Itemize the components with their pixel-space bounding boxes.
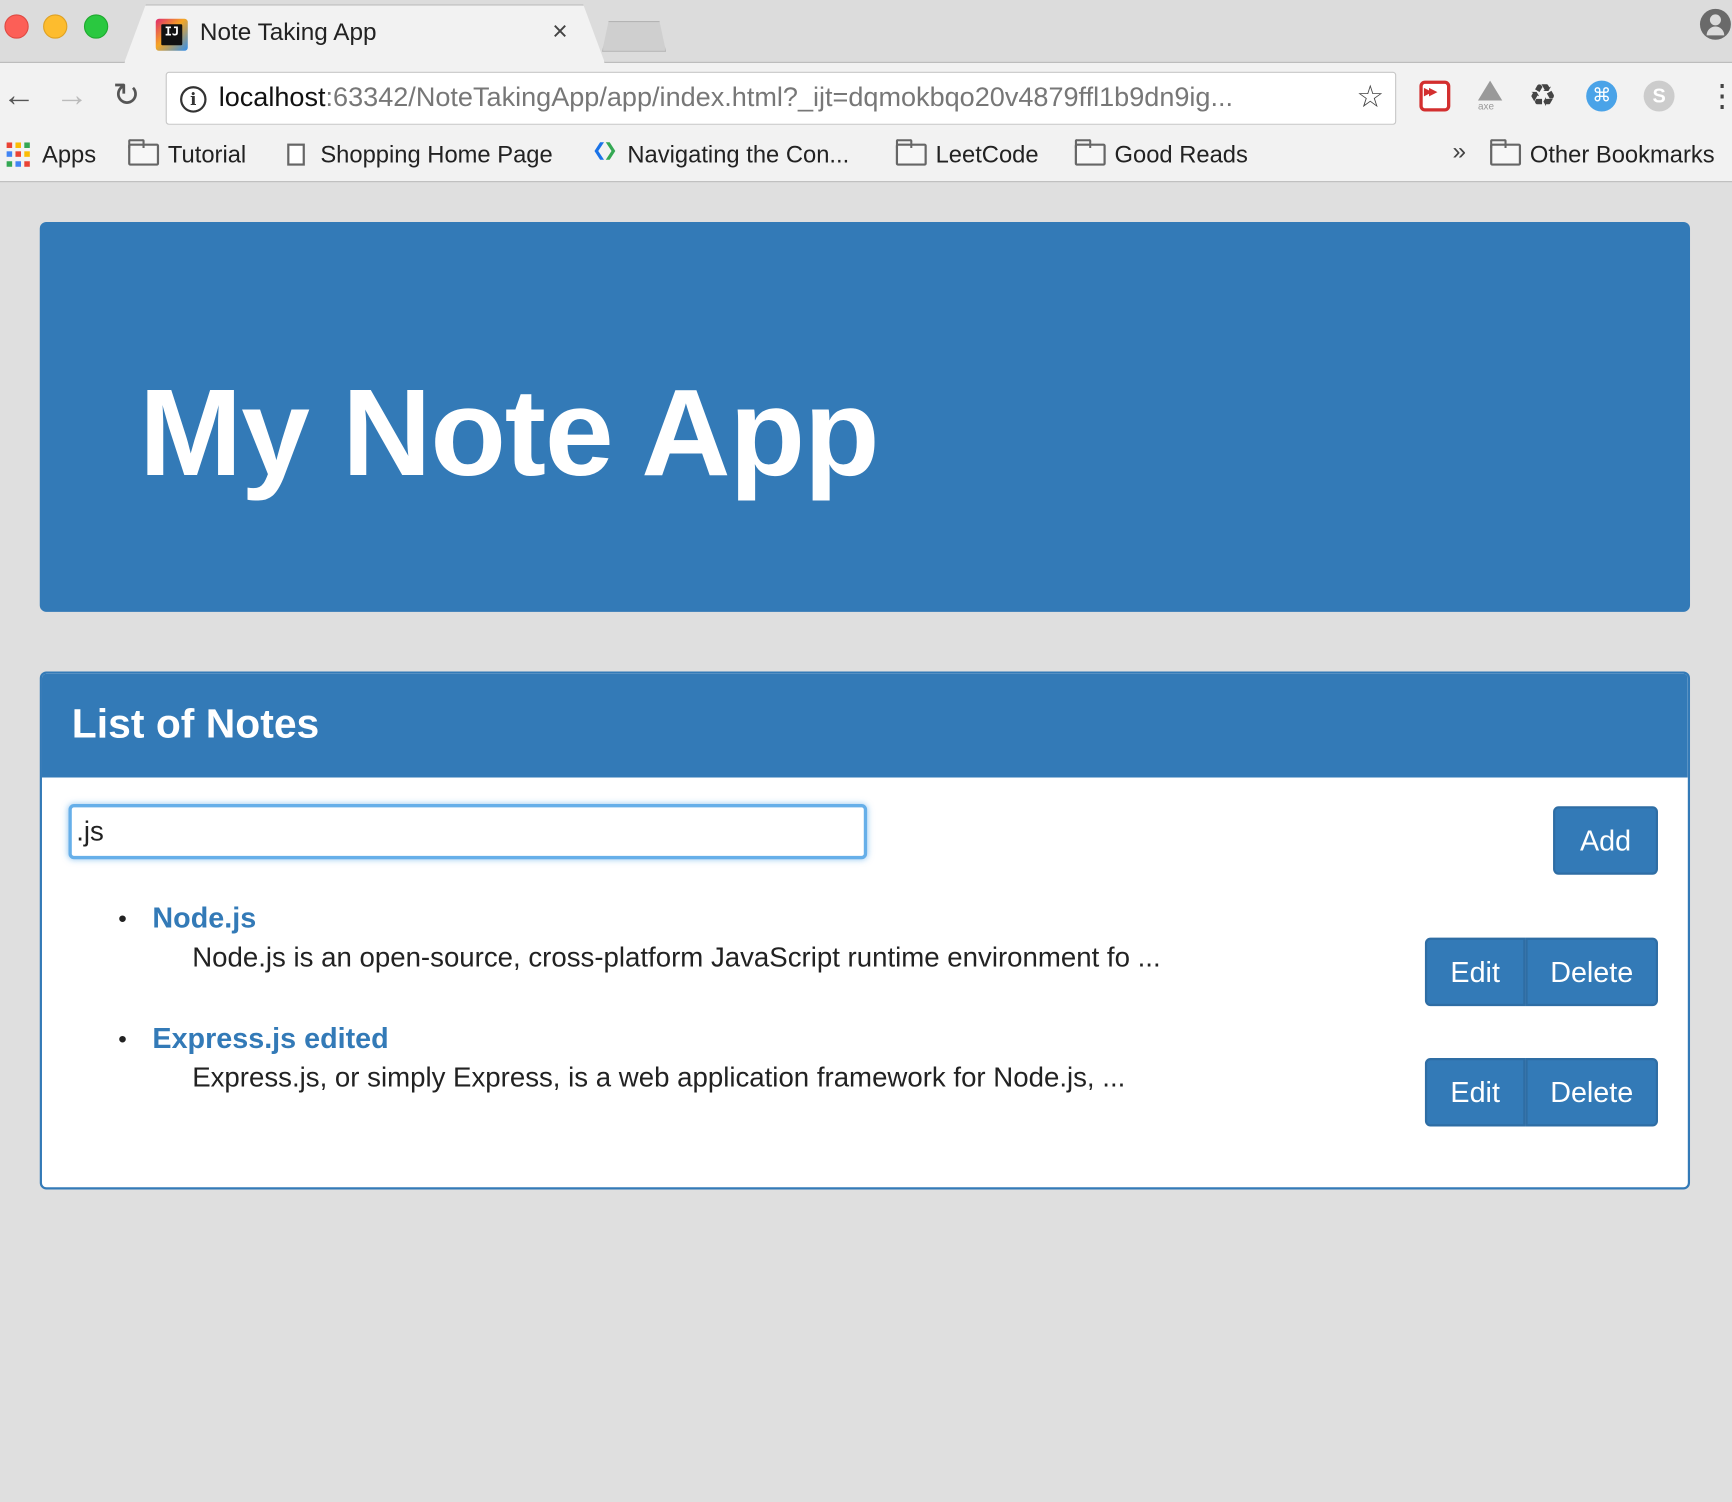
folder-icon xyxy=(1074,139,1106,166)
maximize-window-button[interactable] xyxy=(83,14,109,39)
url-text[interactable]: localhost:63342/NoteTakingApp/app/index.… xyxy=(219,83,1233,114)
axe-extension-icon[interactable]: axe xyxy=(1475,80,1506,112)
apps-grid-icon xyxy=(6,142,31,167)
menu-kebab-icon[interactable]: ⋮ xyxy=(1707,80,1732,112)
bookmark-other-bookmarks[interactable]: Other Bookmarks xyxy=(1490,139,1715,170)
bookmark-star-icon[interactable]: ☆ xyxy=(1356,78,1384,114)
info-icon[interactable]: i xyxy=(180,86,207,113)
skype-extension-icon[interactable]: S xyxy=(1643,80,1675,112)
note-description: Node.js is an open-source, cross-platfor… xyxy=(192,942,1161,973)
command-extension-icon[interactable]: ⌘ xyxy=(1586,80,1618,112)
url-host: localhost xyxy=(218,82,326,113)
note-title-link[interactable]: Node.js xyxy=(152,901,256,935)
bookmark-tutorial[interactable]: Tutorial xyxy=(128,139,246,170)
profile-icon[interactable] xyxy=(1699,8,1731,40)
reload-icon[interactable]: ↻ xyxy=(113,76,141,116)
edit-button[interactable]: Edit xyxy=(1424,1058,1526,1127)
browser-toolbar: ← → ↻ i localhost:63342/NoteTakingApp/ap… xyxy=(0,62,1732,133)
tab-close-icon[interactable]: × xyxy=(552,17,567,48)
bookmark-navigating-the-con[interactable]: Navigating the Con... xyxy=(592,139,849,170)
browser-window: IJ Note Taking App × ← → ↻ i localhost:6… xyxy=(0,0,1732,1502)
bookmark-label: Navigating the Con... xyxy=(627,140,850,168)
bookmark-label: Good Reads xyxy=(1114,140,1248,168)
bullet: • xyxy=(118,1024,127,1053)
bookmark-shopping-home-page[interactable]: Shopping Home Page xyxy=(287,139,553,170)
edit-button[interactable]: Edit xyxy=(1424,937,1526,1007)
forward-arrow-icon[interactable]: → xyxy=(55,76,88,116)
folder-icon xyxy=(1490,139,1522,166)
new-tab-button[interactable] xyxy=(602,20,667,52)
bookmark-label: Tutorial xyxy=(167,140,247,168)
delete-button[interactable]: Delete xyxy=(1525,937,1658,1007)
bookmark-good-reads[interactable]: Good Reads xyxy=(1074,139,1248,170)
note-description: Express.js, or simply Express, is a web … xyxy=(192,1062,1126,1094)
page-icon xyxy=(287,143,305,166)
bookmark-label: Shopping Home Page xyxy=(320,140,553,168)
bookmarks-overflow-icon[interactable]: » xyxy=(1453,137,1467,166)
add-button[interactable]: Add xyxy=(1553,806,1658,875)
url-path: :63342/NoteTakingApp/app/index.html?_ijt… xyxy=(325,82,1234,113)
google-dev-icon xyxy=(592,139,618,166)
delete-button[interactable]: Delete xyxy=(1525,1058,1658,1127)
bookmark-label: Other Bookmarks xyxy=(1529,140,1715,168)
bookmark-apps[interactable]: Apps xyxy=(6,139,97,170)
bullet: • xyxy=(118,904,127,933)
intellij-favicon-icon: IJ xyxy=(155,18,188,51)
folder-icon xyxy=(128,139,160,166)
back-arrow-icon[interactable]: ← xyxy=(2,76,35,116)
minimize-window-button[interactable] xyxy=(43,14,68,39)
panel-title: List of Notes xyxy=(71,701,320,747)
folder-icon xyxy=(895,139,927,166)
bookmarks-bar: Apps Tutorial Shopping Home Page Navigat… xyxy=(0,132,1732,183)
recycle-extension-icon[interactable]: ♻ xyxy=(1529,80,1560,112)
note-title-link[interactable]: Express.js edited xyxy=(152,1022,388,1056)
red-extension-icon[interactable] xyxy=(1419,80,1451,112)
tab-title: Note Taking App xyxy=(199,17,377,46)
close-window-button[interactable] xyxy=(4,14,29,39)
page-title: My Note App xyxy=(139,363,879,502)
search-input[interactable] xyxy=(68,804,868,860)
bookmark-label: LeetCode xyxy=(935,140,1039,168)
bookmark-label: Apps xyxy=(41,140,97,168)
bookmark-leetcode[interactable]: LeetCode xyxy=(895,139,1039,170)
